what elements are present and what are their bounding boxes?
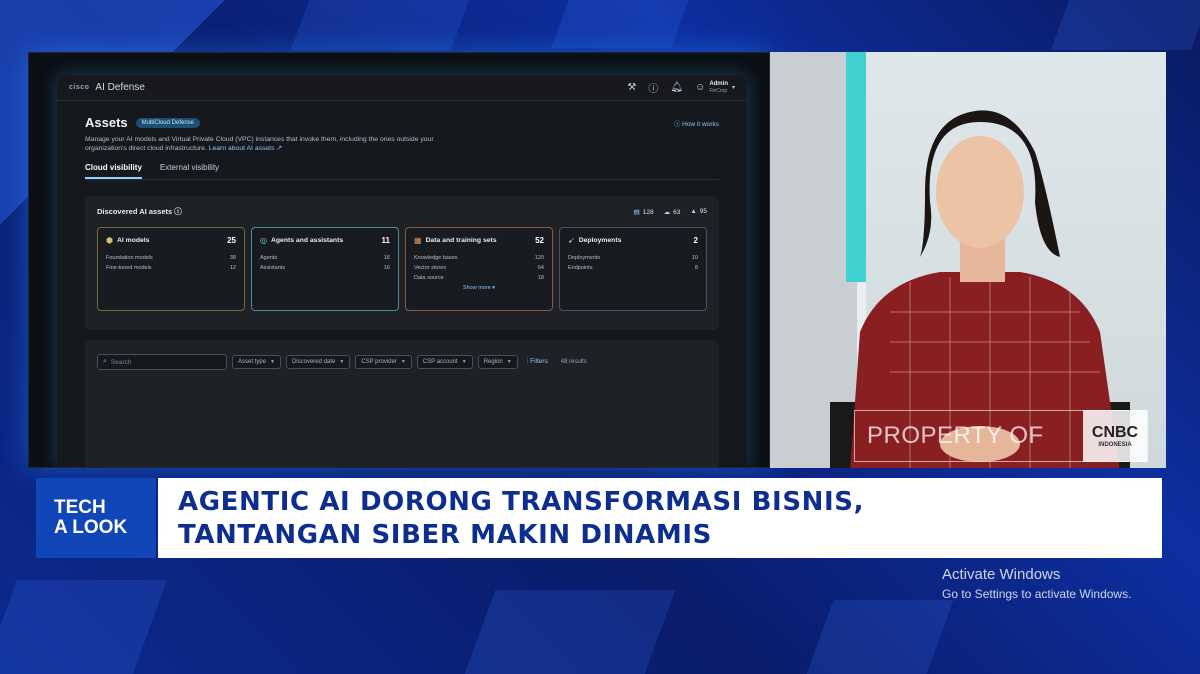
search-icon: ⌕ xyxy=(103,358,107,365)
chevron-down-icon: ▾ xyxy=(731,85,735,91)
multicloud-badge: MultiCloud Defense xyxy=(135,117,200,128)
tab-external-visibility[interactable]: External visibility xyxy=(160,163,219,179)
studio-camera-feed: PROPERTY OF CNBC INDONESIA xyxy=(770,52,1166,468)
show-more-link[interactable]: Show more ▾ xyxy=(414,285,544,291)
card-title: Deployments xyxy=(578,237,622,244)
segment-line2: A LOOK xyxy=(54,517,128,538)
card-row: Data source 18 xyxy=(414,275,544,281)
card-agents-assistants[interactable]: ◎ Agents and assistants 11 Agents 16 Assi… xyxy=(251,227,399,311)
region-dropdown[interactable]: Region ▼ xyxy=(477,355,518,369)
chevron-down-icon: ▼ xyxy=(400,359,406,365)
user-icon: ☺ xyxy=(695,82,706,93)
help-icon[interactable]: ⓘ xyxy=(648,80,658,95)
notifications-icon[interactable]: 🔔︎ xyxy=(670,82,683,93)
card-total: 2 xyxy=(693,236,698,245)
video-screen: cisco AI Defense ⚒ ⓘ 🔔︎ ☺ Admin FinCorp … xyxy=(28,52,770,468)
azure-count: ▲ 95 xyxy=(690,207,707,215)
card-deployments[interactable]: ➹ Deployments 2 Deployments 10 Endpoints 8 xyxy=(559,227,707,311)
assets-table-panel: ⌕ Asset type▼ Discovered date▼ CSP provi… xyxy=(85,340,719,467)
rocket-icon: ➹ xyxy=(568,236,575,245)
aws-icon: ▤ xyxy=(633,208,640,216)
search-input[interactable] xyxy=(110,358,211,366)
filter-bar: ⌕ Asset type▼ Discovered date▼ CSP provi… xyxy=(97,354,707,370)
search-box[interactable]: ⌕ xyxy=(97,354,227,370)
cisco-logo: cisco xyxy=(69,84,90,91)
filters-button[interactable]: ⫶ Filters xyxy=(527,358,548,366)
card-total: 11 xyxy=(381,236,390,245)
app-topbar: cisco AI Defense ⚒ ⓘ 🔔︎ ☺ Admin FinCorp … xyxy=(57,75,747,101)
page-title: Assets xyxy=(85,115,128,130)
brand: cisco AI Defense xyxy=(69,82,145,93)
provider-counts: ▤ 128 ☁ 63 ▲ 95 xyxy=(634,208,707,216)
app-title: AI Defense xyxy=(95,82,145,93)
card-row: Fine-tuned models 12 xyxy=(106,265,236,271)
discovered-date-dropdown[interactable]: Discovered date ▼ xyxy=(285,355,351,369)
headline: AGENTIC AI DORONG TRANSFORMASI BISNIS, T… xyxy=(158,478,1162,558)
azure-icon: ▲ xyxy=(690,207,697,215)
user-menu[interactable]: ☺ Admin FinCorp ▾ xyxy=(695,81,735,95)
discovered-title: Discovered AI assets ⓘ xyxy=(97,207,182,216)
card-row: Vector stores 64 xyxy=(414,265,544,271)
tools-icon[interactable]: ⚒ xyxy=(627,82,636,93)
aws-count: ▤ 128 xyxy=(633,208,654,216)
gcp-count: ☁ 63 xyxy=(663,208,681,216)
agent-icon: ◎ xyxy=(260,236,267,245)
card-row: Agents 16 xyxy=(260,255,390,261)
ai-defense-app: cisco AI Defense ⚒ ⓘ 🔔︎ ☺ Admin FinCorp … xyxy=(57,75,747,467)
csp-provider-dropdown[interactable]: CSP provider ▼ xyxy=(355,355,412,369)
card-total: 52 xyxy=(535,236,544,245)
cnbc-watermark: PROPERTY OF CNBC INDONESIA xyxy=(854,410,1148,462)
tab-cloud-visibility[interactable]: Cloud visibility xyxy=(85,163,142,179)
user-name: Admin xyxy=(709,80,728,87)
card-title: Agents and assistants xyxy=(270,237,344,244)
activate-subtitle: Go to Settings to activate Windows. xyxy=(942,587,1132,601)
activate-windows-notice: Activate Windows Go to Settings to activ… xyxy=(942,566,1131,601)
chevron-down-icon: ▾ xyxy=(492,285,496,291)
chevron-down-icon: ▼ xyxy=(339,359,345,365)
user-org: FinCorp xyxy=(709,87,728,94)
headline-line2: TANTANGAN SIBER MAKIN DINAMIS xyxy=(178,520,712,550)
cube-icon: ⬢ xyxy=(106,236,113,245)
card-row: Deployments 10 xyxy=(568,255,698,261)
chevron-down-icon: ▼ xyxy=(506,359,512,365)
activate-title: Activate Windows xyxy=(942,566,1061,583)
card-row: Endpoints 8 xyxy=(568,265,698,271)
info-icon: ⓘ xyxy=(174,207,182,216)
external-link-icon: ↗ xyxy=(276,145,283,152)
database-icon: ▦ xyxy=(414,236,422,245)
asset-type-dropdown[interactable]: Asset type ▼ xyxy=(232,355,281,369)
logo-line1: CNBC xyxy=(1091,424,1139,441)
segment-line1: TECH xyxy=(54,497,106,518)
card-row: Knowledge bases 120 xyxy=(414,255,544,261)
how-it-works-link[interactable]: ⓘ How it works xyxy=(674,118,719,128)
tabs: Cloud visibility External visibility xyxy=(85,163,719,180)
page-description: Manage your AI models and Virtual Privat… xyxy=(85,136,434,152)
headline-line1: AGENTIC AI DORONG TRANSFORMASI BISNIS, xyxy=(178,487,865,517)
watermark-text: PROPERTY OF xyxy=(867,422,1044,449)
csp-account-dropdown[interactable]: CSP account ▼ xyxy=(416,355,473,369)
chevron-down-icon: ▼ xyxy=(461,359,467,365)
card-title: Data and training sets xyxy=(425,237,497,244)
card-title: AI models xyxy=(116,237,150,244)
card-ai-models[interactable]: ⬢ AI models 25 Foundation models 38 Fine-… xyxy=(97,227,245,311)
segment-label: TECH A LOOK xyxy=(36,478,156,558)
learn-more-link[interactable]: Learn about AI assets xyxy=(209,145,275,152)
card-total: 25 xyxy=(227,236,236,245)
gcp-icon: ☁ xyxy=(663,208,671,216)
cnbc-logo: CNBC INDONESIA xyxy=(1083,410,1147,462)
info-icon: ⓘ xyxy=(673,120,683,128)
discovered-assets-panel: Discovered AI assets ⓘ ▤ 128 ☁ 63 ▲ 95 ⬢ AI… xyxy=(85,196,719,330)
chevron-down-icon: ▼ xyxy=(270,359,275,365)
logo-line2: INDONESIA xyxy=(1098,442,1132,448)
card-row: Foundation models 38 xyxy=(106,255,236,261)
results-count: 48 results xyxy=(560,359,587,365)
card-data-training[interactable]: ▦ Data and training sets 52 Knowledge ba… xyxy=(405,227,553,311)
card-row: Assistants 16 xyxy=(260,265,390,271)
